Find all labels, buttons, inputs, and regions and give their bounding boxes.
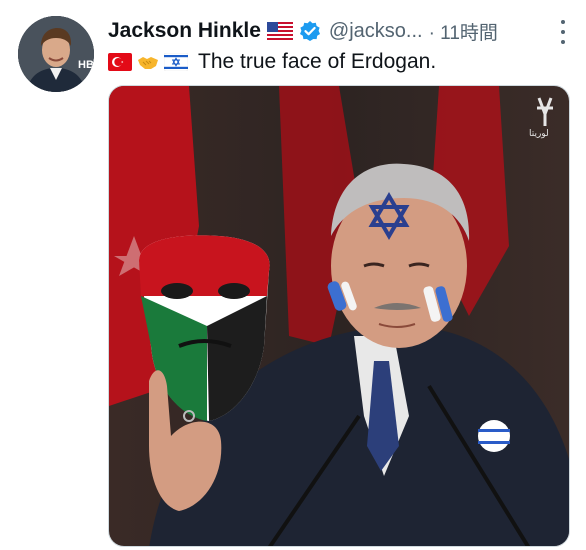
more-options-icon[interactable] — [554, 18, 572, 46]
author-avatar[interactable]: HB — [18, 16, 94, 92]
us-flag-icon — [266, 22, 293, 40]
author-display-name[interactable]: Jackson Hinkle — [108, 19, 261, 43]
israel-flag-icon — [163, 52, 189, 72]
handshake-icon — [136, 53, 160, 71]
tweet-media-image[interactable]: لوريتا — [108, 85, 570, 547]
tweet-timestamp[interactable]: · 11時間 — [429, 18, 498, 45]
avatar-badge: HB — [78, 59, 94, 71]
tweet-body: The true face of Erdogan. — [198, 50, 437, 73]
tweet-text: The true face of Erdogan. — [108, 48, 572, 76]
verified-badge-icon[interactable] — [299, 20, 321, 42]
author-handle[interactable]: @jackso... — [329, 20, 423, 43]
tweet-header: Jackson Hinkle @jackso... · 11時間 — [108, 14, 572, 48]
turkey-flag-icon — [108, 53, 132, 71]
watermark-text: لوريتا — [529, 129, 549, 139]
